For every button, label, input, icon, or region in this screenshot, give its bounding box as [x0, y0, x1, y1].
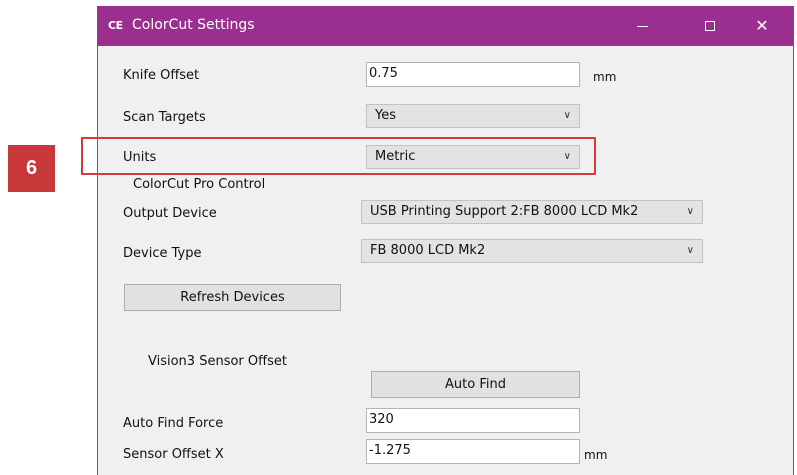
- device-type-label: Device Type: [123, 246, 202, 261]
- refresh-devices-button[interactable]: Refresh Devices: [124, 284, 341, 311]
- callout-badge: 6: [8, 145, 55, 192]
- scan-targets-dropdown[interactable]: Yes ∨: [366, 104, 580, 128]
- vision3-heading: Vision3 Sensor Offset: [148, 354, 287, 369]
- auto-find-button[interactable]: Auto Find: [371, 371, 580, 398]
- sensor-offset-x-label: Sensor Offset X: [123, 447, 224, 462]
- maximize-button[interactable]: [687, 6, 733, 46]
- pro-control-heading: ColorCut Pro Control: [133, 177, 266, 192]
- chevron-down-icon: ∨: [686, 245, 694, 256]
- settings-window: CE ColorCut Settings ✕ Knife Offset 0.75…: [97, 6, 794, 475]
- device-type-value: FB 8000 LCD Mk2: [370, 243, 486, 258]
- knife-offset-unit: mm: [593, 70, 617, 84]
- output-device-dropdown[interactable]: USB Printing Support 2:FB 8000 LCD Mk2 ∨: [361, 200, 703, 224]
- knife-offset-input[interactable]: 0.75: [366, 62, 580, 87]
- close-icon: ✕: [755, 16, 769, 35]
- output-device-value: USB Printing Support 2:FB 8000 LCD Mk2: [370, 204, 639, 219]
- sensor-offset-x-input[interactable]: -1.275: [366, 439, 580, 464]
- device-type-dropdown[interactable]: FB 8000 LCD Mk2 ∨: [361, 239, 703, 263]
- minimize-button[interactable]: [619, 6, 665, 46]
- minimize-icon: [636, 25, 648, 27]
- sensor-offset-x-unit: mm: [584, 448, 608, 462]
- title-bar[interactable]: CE ColorCut Settings ✕: [98, 6, 793, 46]
- maximize-icon: [705, 21, 715, 31]
- close-button[interactable]: ✕: [739, 6, 785, 46]
- highlight-box: [81, 137, 596, 175]
- scan-targets-value: Yes: [375, 108, 396, 123]
- auto-find-force-input[interactable]: 320: [366, 408, 580, 433]
- output-device-label: Output Device: [123, 206, 217, 221]
- auto-find-force-label: Auto Find Force: [123, 416, 224, 431]
- knife-offset-label: Knife Offset: [123, 68, 200, 83]
- chevron-down-icon: ∨: [563, 110, 571, 121]
- scan-targets-label: Scan Targets: [123, 110, 206, 125]
- window-title: ColorCut Settings: [132, 17, 255, 33]
- app-logo-icon: CE: [108, 19, 123, 32]
- chevron-down-icon: ∨: [686, 206, 694, 217]
